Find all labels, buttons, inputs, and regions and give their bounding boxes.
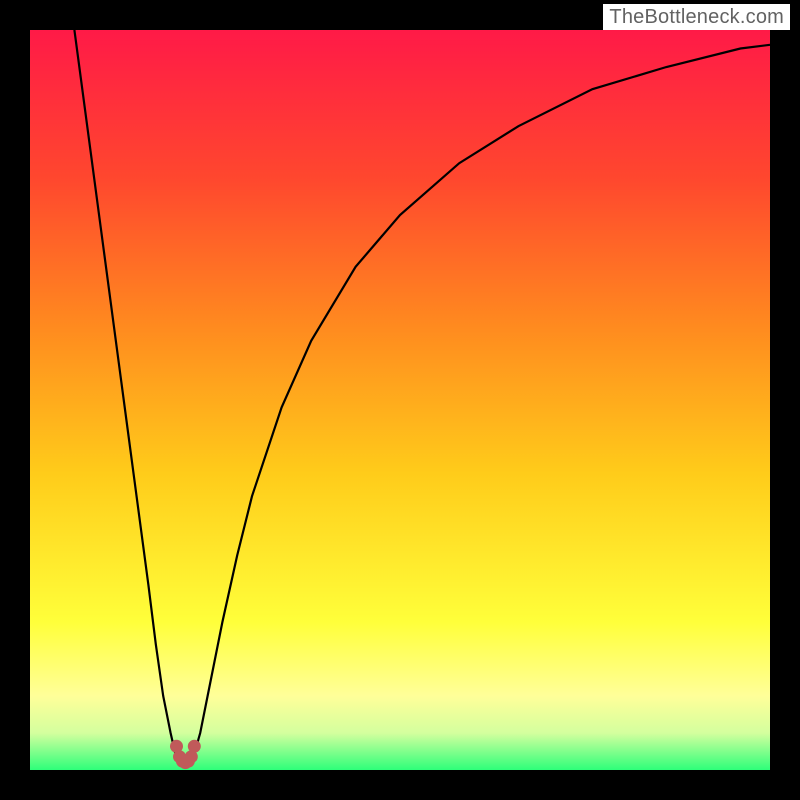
chart-frame: TheBottleneck.com bbox=[0, 0, 800, 800]
gradient-background bbox=[30, 30, 770, 770]
minimum-dot bbox=[188, 740, 201, 753]
chart-svg bbox=[30, 30, 770, 770]
watermark-label: TheBottleneck.com bbox=[603, 4, 790, 30]
plot-area bbox=[30, 30, 770, 770]
